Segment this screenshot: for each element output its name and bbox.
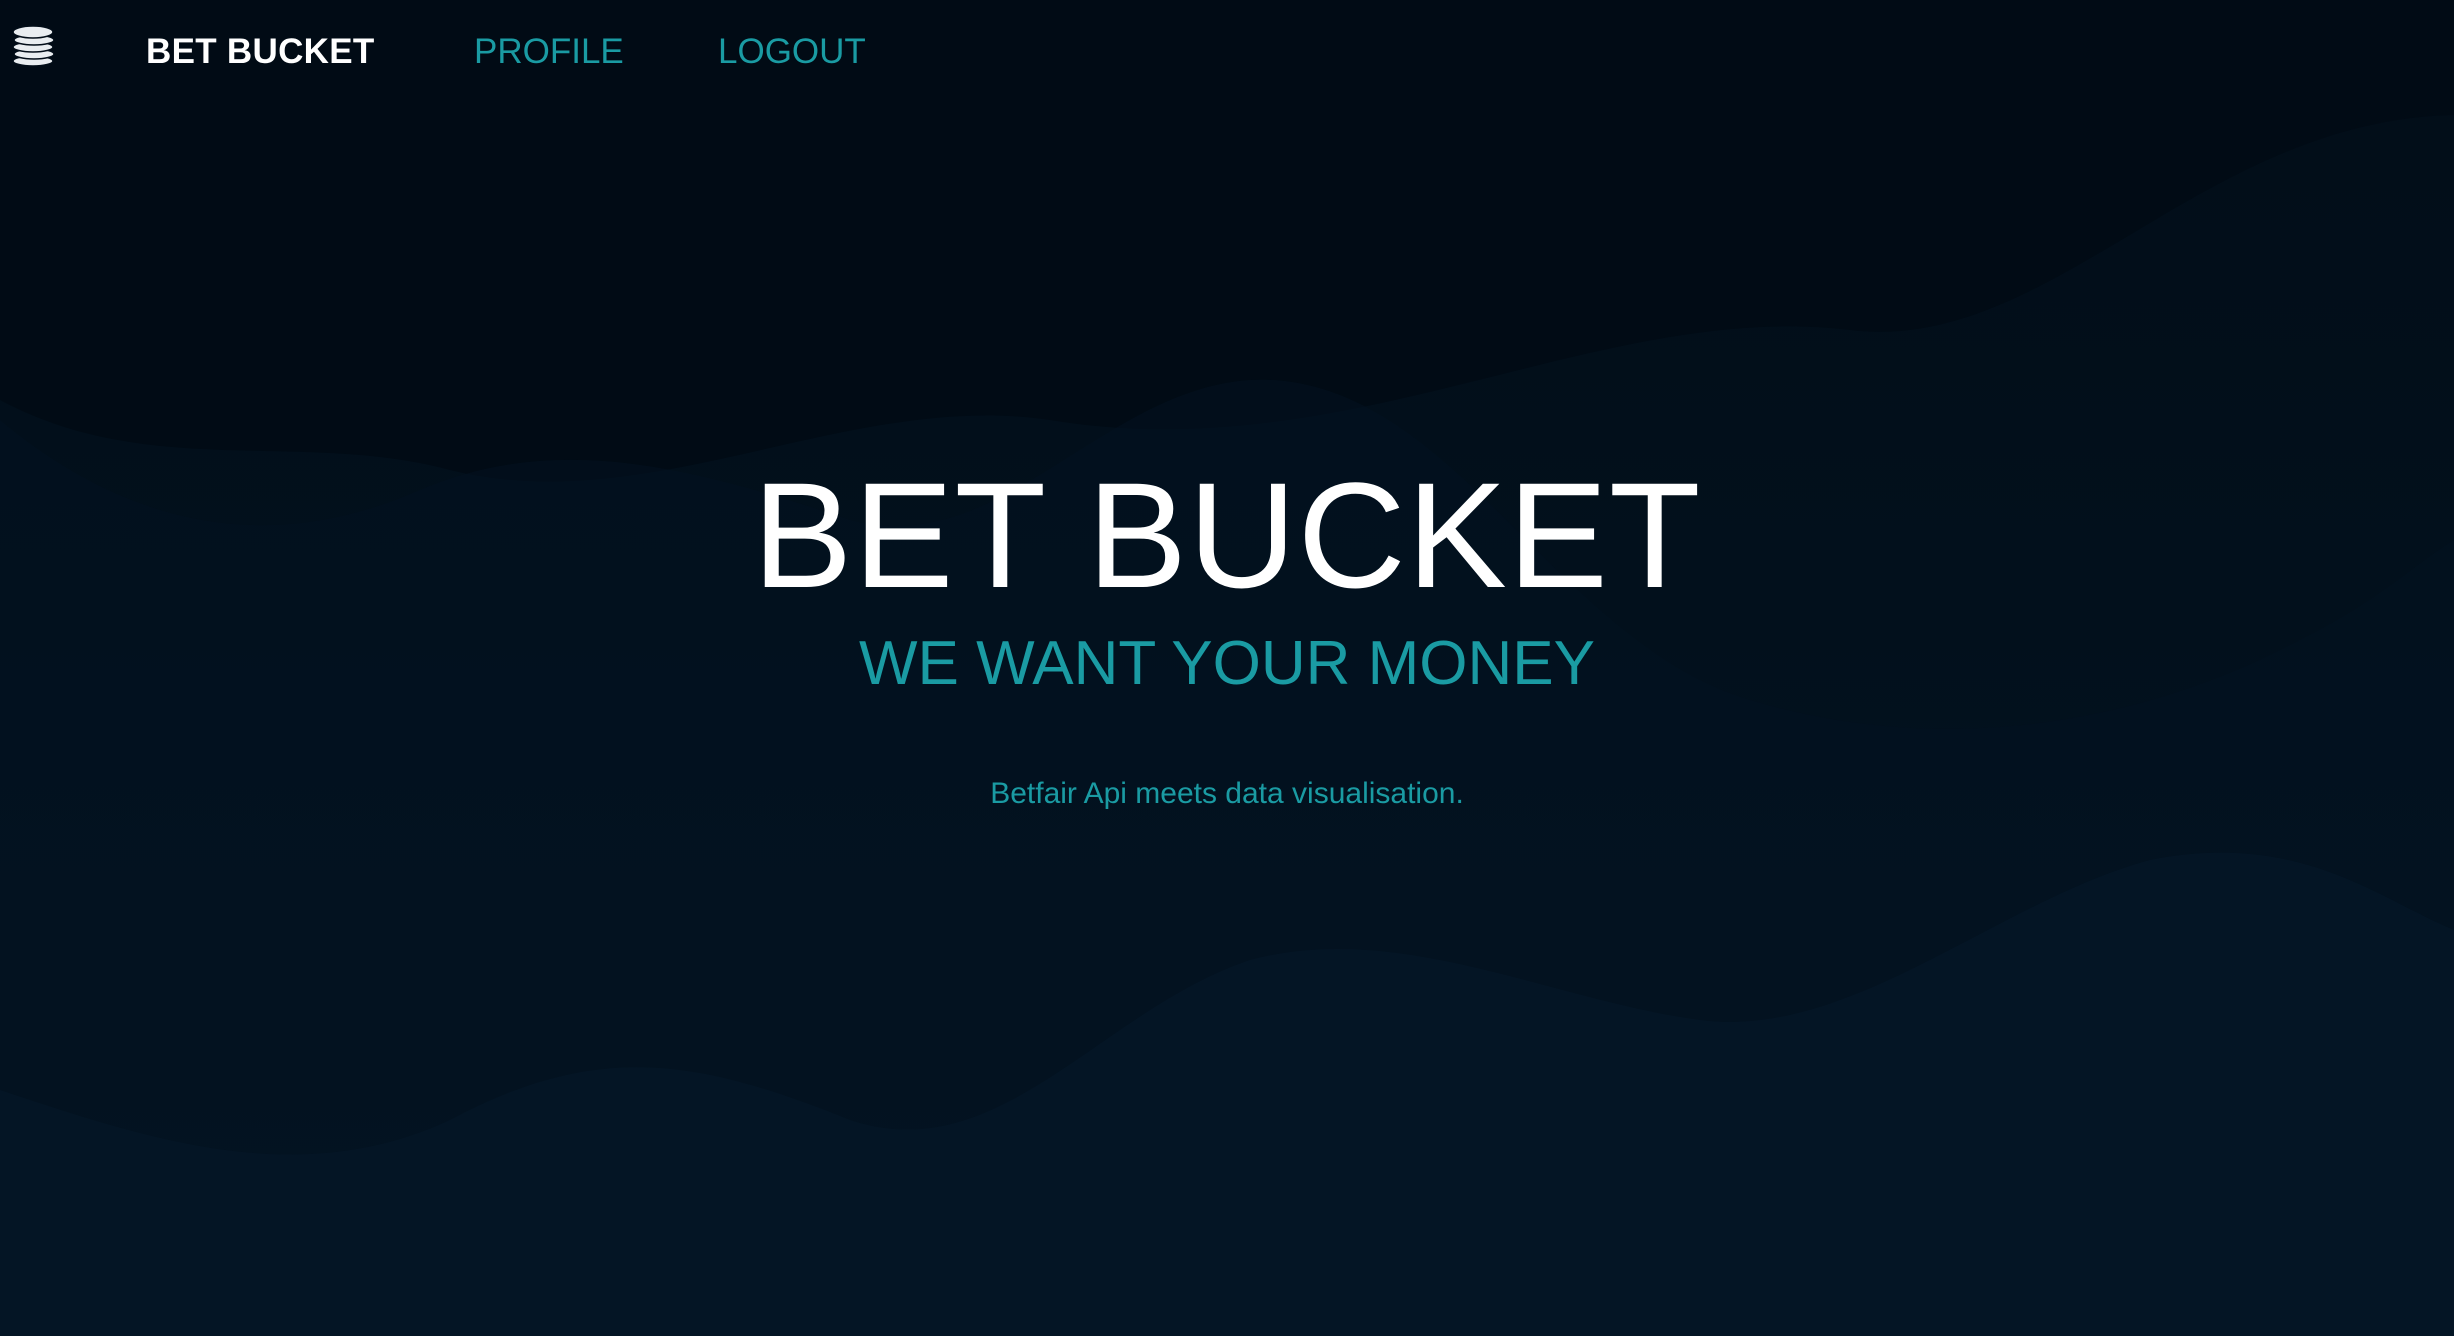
- hero-tagline: Betfair Api meets data visualisation.: [990, 777, 1464, 810]
- top-navbar: BET BUCKET PROFILE LOGOUT: [0, 0, 2454, 105]
- hero-subtitle: WE WANT YOUR MONEY: [858, 629, 1595, 698]
- coin-stack-icon[interactable]: [12, 22, 58, 68]
- nav-brand-link[interactable]: BET BUCKET: [146, 30, 375, 74]
- hero-section: BET BUCKET WE WANT YOUR MONEY Betfair Ap…: [0, 0, 2454, 1336]
- hero-title: BET BUCKET: [752, 451, 1702, 619]
- nav-profile-link[interactable]: PROFILE: [474, 30, 624, 74]
- nav-logout-link[interactable]: LOGOUT: [718, 30, 866, 74]
